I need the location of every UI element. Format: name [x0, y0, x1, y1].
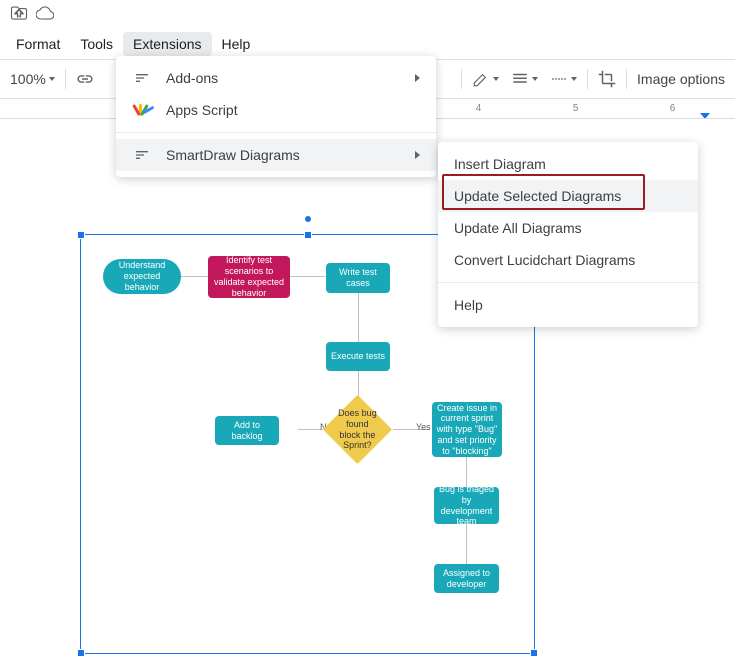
arrow [358, 292, 359, 342]
insert-link-button[interactable] [70, 60, 100, 98]
menu-tools[interactable]: Tools [70, 32, 123, 56]
edge-label-yes: Yes [416, 422, 431, 432]
node-write-tests: Write test cases [326, 263, 390, 293]
node-understand: Understand expected behavior [103, 259, 181, 294]
apps-script-icon [132, 104, 152, 116]
addons-menu-item[interactable]: Add-ons [116, 62, 436, 94]
node-triaged: Bug is triaged by development team [434, 487, 499, 524]
menu-extensions[interactable]: Extensions [123, 32, 211, 56]
menubar: Format Tools Extensions Help [0, 29, 735, 59]
border-color-button[interactable] [466, 60, 505, 98]
resize-handle-br[interactable] [530, 649, 538, 657]
menu-format[interactable]: Format [6, 32, 70, 56]
insert-diagram-menu-item[interactable]: Insert Diagram [438, 148, 698, 180]
smartdraw-submenu: Insert Diagram Update Selected Diagrams … [438, 142, 698, 327]
rotate-handle[interactable] [304, 215, 312, 223]
border-weight-button[interactable] [505, 60, 544, 98]
move-to-drive-icon[interactable] [10, 4, 28, 25]
arrow [466, 524, 467, 564]
chevron-right-icon [415, 151, 420, 159]
resize-handle-bl[interactable] [77, 649, 85, 657]
node-add-backlog: Add to backlog [215, 416, 279, 445]
resize-handle-tl[interactable] [77, 231, 85, 239]
border-dash-button[interactable] [544, 60, 583, 98]
node-identify: Identify test scenarios to validate expe… [208, 256, 290, 298]
update-selected-menu-item[interactable]: Update Selected Diagrams [438, 180, 698, 212]
node-execute: Execute tests [326, 342, 390, 371]
addons-icon [132, 70, 152, 86]
convert-lucidchart-menu-item[interactable]: Convert Lucidchart Diagrams [438, 244, 698, 276]
arrow [180, 276, 210, 277]
update-all-menu-item[interactable]: Update All Diagrams [438, 212, 698, 244]
image-options-button[interactable]: Image options [631, 60, 731, 98]
node-create-issue: Create issue in current sprint with type… [432, 402, 502, 457]
smartdraw-menu-item[interactable]: SmartDraw Diagrams [116, 139, 436, 171]
arrow [290, 276, 325, 277]
cloud-status-icon[interactable] [36, 4, 54, 25]
smartdraw-icon [132, 147, 152, 163]
smartdraw-help-menu-item[interactable]: Help [438, 289, 698, 321]
zoom-control[interactable]: 100% [4, 60, 61, 98]
resize-handle-tm[interactable] [304, 231, 312, 239]
chevron-right-icon [415, 74, 420, 82]
node-assigned: Assigned to developer [434, 564, 499, 593]
extensions-dropdown: Add-ons Apps Script SmartDraw Diagrams [116, 56, 436, 177]
crop-button[interactable] [592, 60, 622, 98]
menu-help[interactable]: Help [212, 32, 261, 56]
arrow [466, 457, 467, 487]
apps-script-menu-item[interactable]: Apps Script [116, 94, 436, 126]
